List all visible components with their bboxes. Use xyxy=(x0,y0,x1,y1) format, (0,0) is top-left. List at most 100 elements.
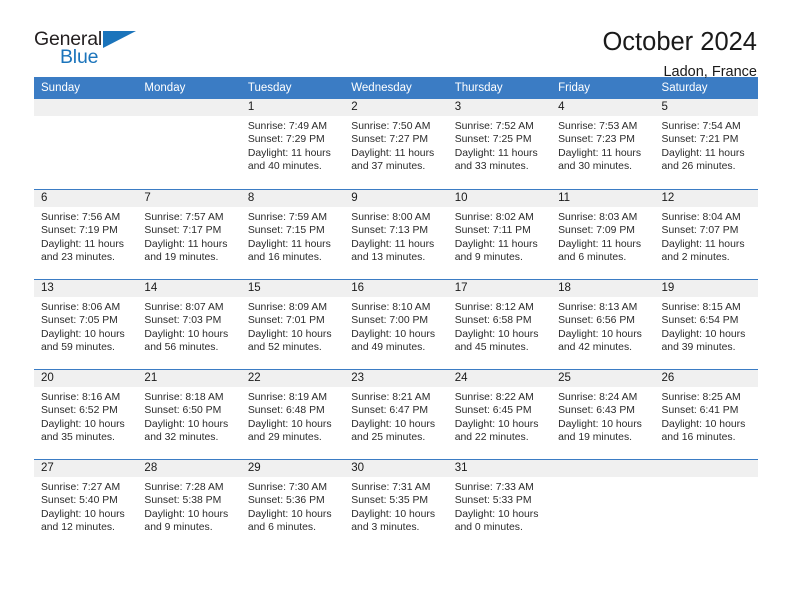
calendar-day-cell[interactable]: 4 Sunrise: 7:53 AM Sunset: 7:23 PM Daylight… xyxy=(551,99,655,189)
sunset-time: Sunset: 7:09 PM xyxy=(558,225,635,237)
calendar-day-cell-empty xyxy=(654,460,758,549)
sunset-time: Sunset: 6:43 PM xyxy=(558,405,635,417)
calendar-day-cell[interactable]: 6 Sunrise: 7:56 AM Sunset: 7:19 PM Daylight… xyxy=(34,190,138,279)
sunrise-time: Sunrise: 7:56 AM xyxy=(41,212,121,223)
day-number: 22 xyxy=(240,370,345,387)
day-details: Sunrise: 8:09 AM Sunset: 7:01 PM Daylight:… xyxy=(241,297,344,355)
daylight-duration-line1: Daylight: 10 hours xyxy=(558,418,642,430)
daylight-duration-line2: and 39 minutes. xyxy=(661,342,736,354)
calendar-day-cell[interactable]: 12 Sunrise: 8:04 AM Sunset: 7:07 PM Dayligh… xyxy=(654,190,758,279)
calendar-day-cell[interactable]: 5 Sunrise: 7:54 AM Sunset: 7:21 PM Daylight… xyxy=(654,99,758,189)
day-details: Sunrise: 7:33 AM Sunset: 5:33 PM Daylight:… xyxy=(448,477,551,535)
sunrise-time: Sunrise: 8:09 AM xyxy=(247,302,327,313)
calendar-day-cell[interactable]: 7 Sunrise: 7:57 AM Sunset: 7:17 PM Daylight… xyxy=(137,190,241,279)
daylight-duration-line1: Daylight: 10 hours xyxy=(351,508,436,520)
calendar-day-cell[interactable]: 9 Sunrise: 8:00 AM Sunset: 7:13 PM Daylight… xyxy=(344,190,448,279)
calendar-day-cell[interactable]: 14 Sunrise: 8:07 AM Sunset: 7:03 PM Dayligh… xyxy=(137,280,241,369)
daylight-duration-line2: and 25 minutes. xyxy=(351,432,426,444)
calendar-day-cell[interactable]: 18 Sunrise: 8:13 AM Sunset: 6:56 PM Dayligh… xyxy=(551,280,655,369)
sunset-time: Sunset: 7:17 PM xyxy=(144,225,222,237)
daylight-duration-line2: and 19 minutes. xyxy=(558,432,633,444)
day-details: Sunrise: 8:21 AM Sunset: 6:47 PM Daylight:… xyxy=(344,387,447,445)
day-details: Sunrise: 8:16 AM Sunset: 6:52 PM Daylight:… xyxy=(34,387,137,445)
calendar-day-cell-empty xyxy=(34,99,138,189)
daylight-duration-line1: Daylight: 11 hours xyxy=(247,147,331,159)
calendar-day-cell[interactable]: 10 Sunrise: 8:02 AM Sunset: 7:11 PM Dayligh… xyxy=(447,190,552,279)
daylight-duration-line1: Daylight: 11 hours xyxy=(558,238,642,250)
calendar-day-cell[interactable]: 30 Sunrise: 7:31 AM Sunset: 5:35 PM Dayligh… xyxy=(344,460,448,549)
day-number: 2 xyxy=(344,99,448,116)
calendar-day-cell[interactable]: 3 Sunrise: 7:52 AM Sunset: 7:25 PM Daylight… xyxy=(447,99,552,189)
calendar-day-cell[interactable]: 8 Sunrise: 7:59 AM Sunset: 7:15 PM Daylight… xyxy=(240,190,345,279)
sunrise-time: Sunrise: 7:54 AM xyxy=(661,121,741,132)
calendar-day-cell[interactable]: 22 Sunrise: 8:19 AM Sunset: 6:48 PM Dayligh… xyxy=(240,370,345,459)
day-number: 25 xyxy=(551,370,655,387)
sunrise-time: Sunrise: 7:49 AM xyxy=(247,121,327,132)
sunset-time: Sunset: 7:15 PM xyxy=(247,225,325,237)
day-number: 14 xyxy=(137,280,241,297)
weekday-header-monday: Monday xyxy=(144,82,186,94)
calendar-day-cell[interactable]: 21 Sunrise: 8:18 AM Sunset: 6:50 PM Dayligh… xyxy=(137,370,241,459)
sunset-time: Sunset: 7:19 PM xyxy=(41,225,118,237)
sunrise-time: Sunrise: 7:27 AM xyxy=(41,482,121,493)
daylight-duration-line1: Daylight: 10 hours xyxy=(144,418,229,430)
calendar-day-cell[interactable]: 28 Sunrise: 7:28 AM Sunset: 5:38 PM Dayligh… xyxy=(137,460,241,549)
calendar-day-cell[interactable]: 26 Sunrise: 8:25 AM Sunset: 6:41 PM Dayligh… xyxy=(654,370,758,459)
sunset-time: Sunset: 6:52 PM xyxy=(41,405,118,417)
weekday-header-thursday: Thursday xyxy=(454,82,503,94)
calendar-day-cell[interactable]: 31 Sunrise: 7:33 AM Sunset: 5:33 PM Dayligh… xyxy=(447,460,552,549)
calendar-weeks: 1 Sunrise: 7:49 AM Sunset: 7:29 PM Daylight… xyxy=(34,99,758,549)
daylight-duration-line2: and 13 minutes. xyxy=(351,252,426,264)
day-details: Sunrise: 8:15 AM Sunset: 6:54 PM Daylight:… xyxy=(655,297,758,355)
sunrise-time: Sunrise: 8:21 AM xyxy=(351,392,431,403)
weekday-header-sunday: Sunday xyxy=(41,82,81,94)
day-details: Sunrise: 7:31 AM Sunset: 5:35 PM Daylight:… xyxy=(344,477,447,535)
daylight-duration-line1: Daylight: 10 hours xyxy=(41,508,125,520)
daylight-duration-line2: and 26 minutes. xyxy=(661,161,736,173)
sunrise-time: Sunrise: 7:52 AM xyxy=(454,121,534,132)
general-blue-logo[interactable]: General Blue xyxy=(34,28,154,80)
weekday-header-row: Sunday Monday Tuesday Wednesday Thursday… xyxy=(34,77,758,99)
calendar-week-row: 13 Sunrise: 8:06 AM Sunset: 7:05 PM Dayligh… xyxy=(34,279,758,369)
day-details: Sunrise: 7:28 AM Sunset: 5:38 PM Daylight:… xyxy=(137,477,240,535)
sunset-time: Sunset: 7:05 PM xyxy=(41,315,118,327)
sunrise-time: Sunrise: 7:33 AM xyxy=(454,482,534,493)
calendar-day-cell[interactable]: 29 Sunrise: 7:30 AM Sunset: 5:36 PM Dayligh… xyxy=(240,460,345,549)
daylight-duration-line1: Daylight: 10 hours xyxy=(41,328,125,340)
calendar-day-cell[interactable]: 16 Sunrise: 8:10 AM Sunset: 7:00 PM Dayligh… xyxy=(344,280,448,369)
calendar-day-cell[interactable]: 19 Sunrise: 8:15 AM Sunset: 6:54 PM Dayligh… xyxy=(654,280,758,369)
calendar-day-cell[interactable]: 2 Sunrise: 7:50 AM Sunset: 7:27 PM Daylight… xyxy=(344,99,448,189)
daylight-duration-line2: and 6 minutes. xyxy=(558,252,627,264)
day-details: Sunrise: 8:13 AM Sunset: 6:56 PM Daylight:… xyxy=(551,297,654,355)
sunrise-time: Sunrise: 8:07 AM xyxy=(144,302,224,313)
day-number: 18 xyxy=(551,280,655,297)
calendar-day-cell[interactable]: 27 Sunrise: 7:27 AM Sunset: 5:40 PM Dayligh… xyxy=(34,460,138,549)
calendar-day-cell[interactable]: 15 Sunrise: 8:09 AM Sunset: 7:01 PM Dayligh… xyxy=(240,280,345,369)
sunset-time: Sunset: 7:07 PM xyxy=(661,225,739,237)
calendar-day-cell[interactable]: 13 Sunrise: 8:06 AM Sunset: 7:05 PM Dayligh… xyxy=(34,280,138,369)
calendar-day-cell[interactable]: 11 Sunrise: 8:03 AM Sunset: 7:09 PM Dayligh… xyxy=(551,190,655,279)
daylight-duration-line2: and 9 minutes. xyxy=(144,522,213,534)
calendar-day-cell[interactable]: 23 Sunrise: 8:21 AM Sunset: 6:47 PM Dayligh… xyxy=(344,370,448,459)
calendar-day-cell[interactable]: 25 Sunrise: 8:24 AM Sunset: 6:43 PM Dayligh… xyxy=(551,370,655,459)
sunrise-time: Sunrise: 7:50 AM xyxy=(351,121,431,132)
daylight-duration-line1: Daylight: 10 hours xyxy=(661,328,746,340)
calendar-day-cell[interactable]: 20 Sunrise: 8:16 AM Sunset: 6:52 PM Dayligh… xyxy=(34,370,138,459)
day-details: Sunrise: 8:03 AM Sunset: 7:09 PM Daylight:… xyxy=(551,207,654,265)
daylight-duration-line2: and 9 minutes. xyxy=(454,252,523,264)
calendar-day-cell[interactable]: 1 Sunrise: 7:49 AM Sunset: 7:29 PM Daylight… xyxy=(240,99,345,189)
day-details: Sunrise: 7:27 AM Sunset: 5:40 PM Daylight:… xyxy=(34,477,137,535)
daylight-duration-line2: and 32 minutes. xyxy=(144,432,219,444)
day-details: Sunrise: 8:02 AM Sunset: 7:11 PM Daylight:… xyxy=(448,207,551,265)
daylight-duration-line2: and 3 minutes. xyxy=(351,522,420,534)
day-details: Sunrise: 7:49 AM Sunset: 7:29 PM Daylight:… xyxy=(241,116,344,174)
day-details: Sunrise: 8:00 AM Sunset: 7:13 PM Daylight:… xyxy=(344,207,447,265)
day-number: 17 xyxy=(447,280,552,297)
daylight-duration-line2: and 37 minutes. xyxy=(351,161,426,173)
day-details: Sunrise: 8:10 AM Sunset: 7:00 PM Daylight:… xyxy=(344,297,447,355)
sunset-time: Sunset: 6:56 PM xyxy=(558,315,635,327)
day-number: 11 xyxy=(551,190,655,207)
calendar-day-cell[interactable]: 17 Sunrise: 8:12 AM Sunset: 6:58 PM Dayligh… xyxy=(447,280,552,369)
calendar-day-cell[interactable]: 24 Sunrise: 8:22 AM Sunset: 6:45 PM Dayligh… xyxy=(447,370,552,459)
daylight-duration-line1: Daylight: 10 hours xyxy=(558,328,642,340)
